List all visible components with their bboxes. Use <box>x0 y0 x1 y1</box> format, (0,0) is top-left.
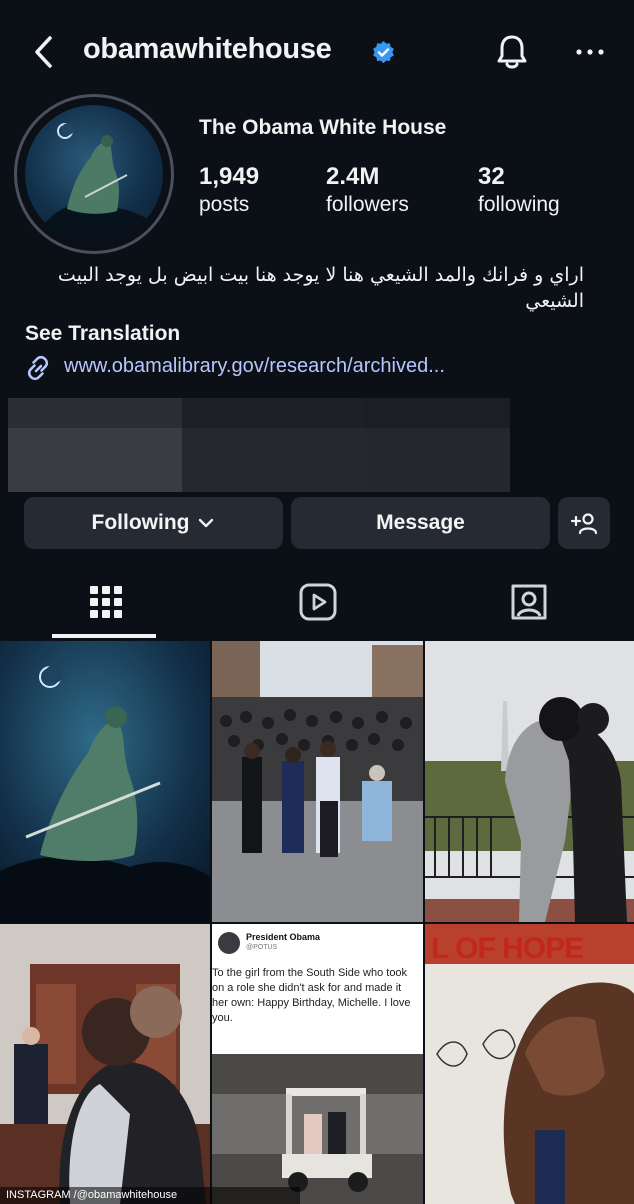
post-thumbnail[interactable]: President Obama @POTUS To the girl from … <box>212 924 423 1204</box>
active-tab-indicator <box>52 634 156 638</box>
post-thumbnail[interactable] <box>212 641 423 922</box>
tweet-author: President Obama <box>246 932 321 942</box>
photo-credit: INSTAGRAM /@obamawhitehouse <box>0 1187 300 1204</box>
message-button[interactable]: Message <box>291 497 550 549</box>
redacted-area <box>8 398 510 492</box>
tab-reels[interactable] <box>298 582 338 622</box>
profile-bio: اراي و فرانك والمد الشيعي هنا لا يوجد هن… <box>57 264 584 312</box>
followers-count: 2.4M <box>326 163 380 190</box>
profile-link-text[interactable]: www.obamalibrary.gov/research/archived..… <box>64 355 445 378</box>
add-user-icon <box>570 513 598 535</box>
display-name: The Obama White House <box>199 116 447 139</box>
reels-icon <box>299 583 337 621</box>
post-thumbnail[interactable] <box>425 641 634 922</box>
following-button-label: Following <box>91 511 190 534</box>
top-bar: obamawhitehouse <box>0 0 634 104</box>
stat-followers[interactable]: 2.4M followers <box>326 163 409 217</box>
followers-label: followers <box>326 193 409 216</box>
post-thumbnail[interactable] <box>0 641 210 922</box>
tab-tagged[interactable] <box>509 582 549 622</box>
posts-label: posts <box>199 193 250 216</box>
post-thumbnail[interactable] <box>0 924 210 1204</box>
profile-username: obamawhitehouse <box>83 33 332 65</box>
post-image <box>0 924 210 1204</box>
profile-tabs <box>0 568 634 640</box>
tweet-handle: @POTUS <box>246 944 278 951</box>
more-horizontal-icon[interactable] <box>572 38 608 66</box>
bell-icon[interactable] <box>494 32 530 72</box>
add-user-button[interactable] <box>558 497 610 549</box>
golf-cart-photo <box>212 1054 423 1204</box>
link-icon <box>27 355 49 381</box>
see-translation-link[interactable]: See Translation <box>25 322 180 346</box>
chevron-left-icon[interactable] <box>26 32 62 72</box>
tab-posts-grid[interactable] <box>86 582 126 622</box>
post-image <box>425 641 634 922</box>
following-label: following <box>478 193 560 216</box>
tweet-text: To the girl from the South Side who took… <box>212 967 411 1024</box>
chevron-down-icon <box>199 518 214 528</box>
profile-avatar[interactable] <box>14 94 174 254</box>
stat-following[interactable]: 32 following <box>478 163 560 217</box>
following-count: 32 <box>478 163 505 190</box>
verified-badge-icon <box>373 41 394 64</box>
message-button-label: Message <box>376 511 465 534</box>
tagged-user-icon <box>511 584 547 620</box>
posts-count: 1,949 <box>199 163 260 190</box>
post-image <box>0 641 210 922</box>
avatar-image <box>25 105 163 243</box>
tweet-card: President Obama @POTUS To the girl from … <box>212 924 423 1054</box>
following-button[interactable]: Following <box>24 497 283 549</box>
post-image <box>212 641 423 922</box>
stat-posts[interactable]: 1,949 posts <box>199 163 259 217</box>
tweet-avatar <box>218 932 240 954</box>
mural-text: L OF HOPE <box>431 932 584 965</box>
post-thumbnail[interactable]: L OF HOPE <box>425 924 634 1204</box>
posts-grid: President Obama @POTUS To the girl from … <box>0 641 634 1204</box>
grid-icon <box>90 586 122 618</box>
post-image <box>425 924 634 1204</box>
